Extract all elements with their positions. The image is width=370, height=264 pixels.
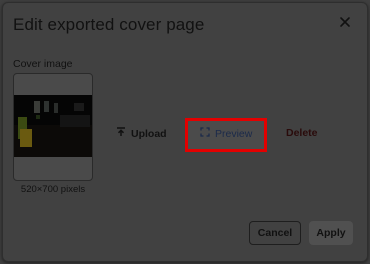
delete-label: Delete — [286, 127, 318, 139]
cover-size-text: 520×700 pixels — [20, 184, 86, 195]
upload-label: Upload — [131, 127, 167, 140]
fullscreen-icon — [200, 127, 210, 140]
cover-thumbnail — [13, 73, 93, 181]
close-icon[interactable] — [339, 15, 351, 27]
cover-image-label: Cover image — [13, 58, 73, 70]
delete-button[interactable]: Delete — [286, 127, 318, 139]
preview-button[interactable]: Preview — [200, 127, 252, 140]
preview-label: Preview — [215, 127, 253, 140]
cancel-button[interactable]: Cancel — [249, 221, 301, 245]
edit-cover-dialog: Edit exported cover page Cover image 520… — [2, 2, 368, 262]
apply-button[interactable]: Apply — [309, 221, 353, 245]
dialog-title: Edit exported cover page — [13, 15, 205, 34]
upload-icon — [116, 127, 126, 140]
upload-button[interactable]: Upload — [116, 127, 167, 140]
